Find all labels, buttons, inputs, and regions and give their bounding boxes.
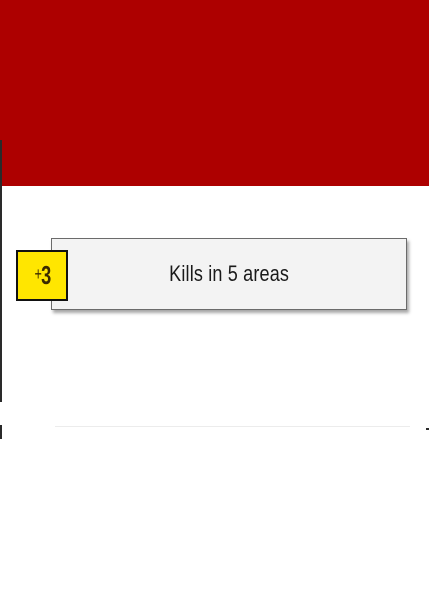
section-divider: [55, 426, 410, 427]
points-number: 3: [40, 260, 51, 290]
achievement-screen: Kills in 5 areas +3: [0, 0, 429, 601]
header-banner: [0, 0, 429, 186]
left-edge-rule-lower: [0, 425, 2, 439]
left-edge-rule: [0, 140, 2, 402]
points-sign: +: [33, 264, 41, 284]
achievement-card: Kills in 5 areas: [51, 238, 407, 310]
achievement-label: Kills in 5 areas: [169, 261, 289, 286]
points-badge: +3: [16, 250, 68, 301]
points-value: +3: [33, 260, 51, 291]
